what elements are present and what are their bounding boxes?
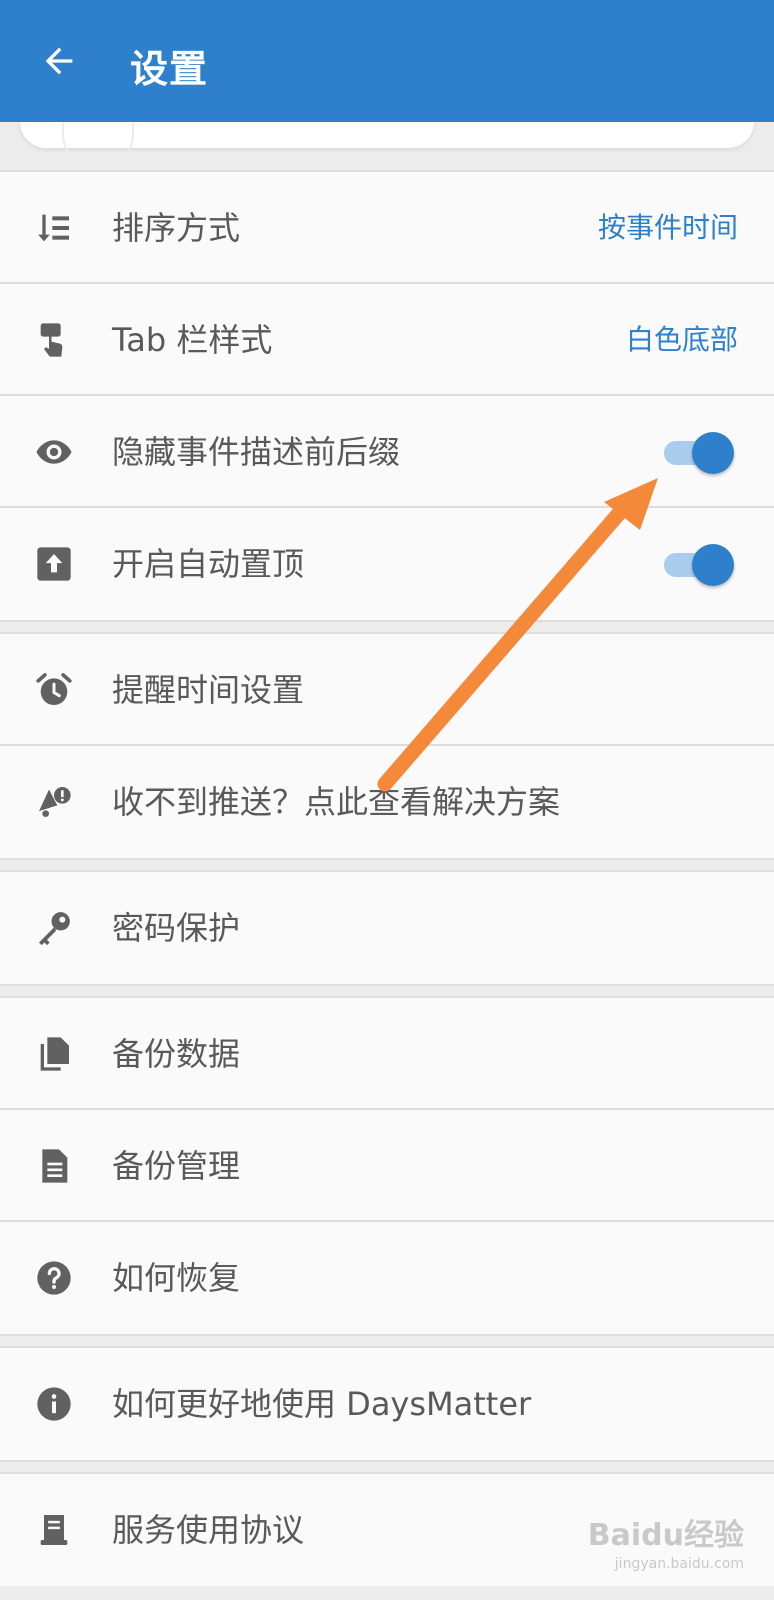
setting-row-sort[interactable]: 排序方式 按事件时间 [0, 172, 774, 284]
settings-group-help: 如何更好地使用 DaysMatter [0, 1346, 774, 1462]
sort-list-icon [34, 208, 74, 248]
bell-alert-icon [34, 782, 74, 822]
setting-label: 备份数据 [112, 1035, 241, 1073]
eye-icon [34, 432, 74, 472]
setting-label: 排序方式 [112, 209, 241, 247]
alarm-clock-icon [34, 670, 74, 710]
watermark-main: Baidu经验 [587, 1518, 744, 1553]
page-title: 设置 [130, 47, 209, 91]
setting-label: 提醒时间设置 [112, 671, 305, 709]
setting-label: 隐藏事件描述前后缀 [112, 433, 401, 471]
help-circle-icon [34, 1258, 74, 1298]
watermark-sub: jingyan.baidu.com [614, 1556, 744, 1572]
setting-label: 如何恢复 [112, 1259, 241, 1297]
setting-row-hide-affix[interactable]: 隐藏事件描述前后缀 [0, 396, 774, 508]
setting-label: 备份管理 [112, 1147, 241, 1185]
setting-row-tab-style[interactable]: Tab 栏样式 白色底部 [0, 284, 774, 396]
hide-affix-toggle[interactable] [664, 432, 734, 474]
setting-label: 密码保护 [112, 909, 241, 947]
info-circle-icon [34, 1384, 74, 1424]
setting-label: 服务使用协议 [112, 1511, 305, 1549]
key-icon [34, 908, 74, 948]
settings-group-display: 排序方式 按事件时间 Tab 栏样式 白色底部 隐藏事件描述前后缀 开启自动置顶 [0, 170, 774, 622]
auto-pin-toggle[interactable] [664, 544, 734, 586]
setting-row-how-restore[interactable]: 如何恢复 [0, 1222, 774, 1334]
setting-row-reminder-time[interactable]: 提醒时间设置 [0, 634, 774, 746]
arrow-left-icon [45, 47, 73, 75]
setting-row-push-help[interactable]: 收不到推送？点此查看解决方案 [0, 746, 774, 858]
setting-row-backup-manage[interactable]: 备份管理 [0, 1110, 774, 1222]
copy-files-icon [34, 1034, 74, 1074]
toggle-thumb [692, 432, 734, 474]
setting-row-auto-pin[interactable]: 开启自动置顶 [0, 508, 774, 620]
touch-hand-icon [34, 320, 74, 360]
document-icon [34, 1146, 74, 1186]
setting-row-password[interactable]: 密码保护 [0, 872, 774, 984]
setting-row-backup-data[interactable]: 备份数据 [0, 998, 774, 1110]
setting-label: 如何更好地使用 DaysMatter [112, 1385, 532, 1423]
pin-top-icon [34, 544, 74, 584]
setting-label: Tab 栏样式 [112, 321, 273, 359]
watermark: Baidu经验 jingyan.baidu.com [588, 1510, 744, 1572]
setting-label: 收不到推送？点此查看解决方案 [112, 783, 561, 821]
toggle-thumb [692, 544, 734, 586]
setting-row-how-use[interactable]: 如何更好地使用 DaysMatter [0, 1348, 774, 1460]
settings-group-reminder: 提醒时间设置 收不到推送？点此查看解决方案 [0, 632, 774, 860]
app-bar: 设置 [0, 0, 774, 122]
settings-group-security: 密码保护 [0, 870, 774, 986]
setting-value[interactable]: 按事件时间 [598, 172, 738, 284]
settings-group-backup: 备份数据 备份管理 如何恢复 [0, 996, 774, 1336]
back-button[interactable] [34, 36, 84, 86]
setting-label: 开启自动置顶 [112, 545, 305, 583]
setting-value[interactable]: 白色底部 [626, 284, 738, 396]
agreement-icon [34, 1510, 74, 1550]
